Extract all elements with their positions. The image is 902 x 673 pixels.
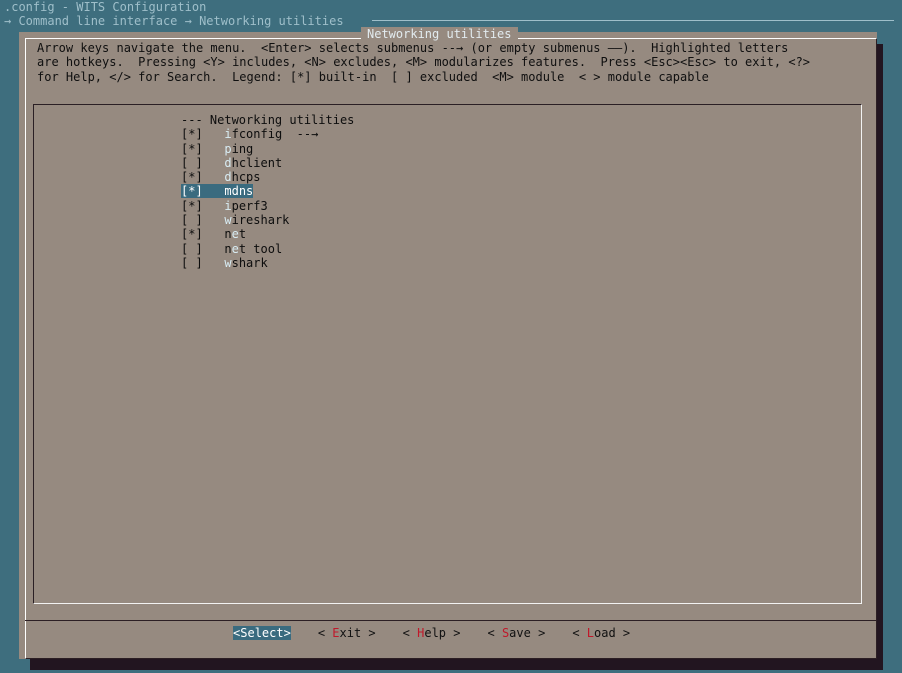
menu-item-text: fconfig --→: [231, 127, 319, 142]
breadcrumb-rule: [372, 20, 894, 21]
menu-item-state[interactable]: [*]: [181, 184, 203, 198]
menu-item-hotkey: d: [224, 170, 232, 185]
button-rest: ave: [509, 626, 531, 640]
menu-item-highlight: [*]: [181, 199, 224, 213]
select-button[interactable]: <Select>: [233, 626, 291, 641]
menu-item-highlight: [*]: [181, 227, 224, 241]
menu-item-state[interactable]: [ ]: [181, 256, 203, 270]
menu-item-label: ping: [224, 142, 253, 156]
menu-item-highlight: [*]: [181, 142, 224, 156]
button-close: >: [283, 626, 291, 640]
app-title: .config - WITS Configuration: [4, 0, 207, 14]
menu-item-label: mdns: [224, 184, 253, 198]
button-rest: elect: [247, 626, 284, 640]
help-text: Arrow keys navigate the menu. <Enter> se…: [37, 41, 810, 84]
exit-button[interactable]: < Exit >: [318, 626, 376, 640]
help-line: are hotkeys. Pressing <Y> includes, <N> …: [37, 55, 811, 70]
menu-item-label: dhcps: [224, 170, 260, 184]
menu-item-label: net tool: [224, 242, 282, 256]
button-hotkey: E: [332, 626, 340, 640]
button-open: <: [487, 626, 502, 640]
button-close: >: [446, 626, 461, 640]
menu-item-highlight: [*] mdns: [181, 184, 254, 199]
button-close: >: [530, 626, 546, 640]
button-open: <: [572, 626, 587, 640]
button-separator: [25, 620, 877, 621]
menu-item-prefix: n: [224, 227, 232, 242]
menu-item-hotkey: i: [224, 127, 232, 142]
menu-header: --- Networking utilities: [181, 113, 355, 127]
button-close: >: [615, 626, 631, 640]
menu-item-state[interactable]: [*]: [181, 142, 203, 156]
menu-item-hotkey: w: [224, 213, 232, 228]
menu-item-label: iperf3: [224, 199, 267, 213]
menu-box: --- Networking utilities [*] ifconfig --…: [33, 104, 862, 604]
menu-item-state[interactable]: [ ]: [181, 242, 203, 256]
menu-item-state[interactable]: [*]: [181, 170, 203, 184]
help-line: Arrow keys navigate the menu. <Enter> se…: [37, 41, 789, 55]
menu-item[interactable]: [ ] wireshark: [181, 213, 354, 227]
menu-item[interactable]: [*] mdns: [181, 184, 354, 199]
button-bar: <Select> < Exit > < Help > < Save > < Load >: [233, 626, 657, 641]
menu-item-state[interactable]: [*]: [181, 227, 203, 241]
menu-item[interactable]: [*] ifconfig --→: [181, 127, 354, 141]
button-rest: xit: [339, 626, 362, 640]
menu-item-hotkey: e: [231, 241, 239, 256]
menu-item-hotkey: i: [224, 198, 232, 213]
menu-item-highlight: [ ]: [181, 256, 224, 270]
menu-item-text: t tool: [238, 241, 283, 256]
save-button[interactable]: < Save >: [487, 626, 545, 640]
menu-item-label: wireshark: [224, 213, 289, 227]
help-button[interactable]: < Help >: [403, 626, 461, 640]
menu-item-highlight: [ ]: [181, 156, 224, 170]
menu-item-hotkey: w: [224, 255, 232, 270]
menu-item[interactable]: [ ] dhclient: [181, 156, 354, 170]
button-hotkey: L: [586, 626, 594, 640]
menu-item-highlight: [*]: [181, 127, 224, 141]
menu-item-text: hcps: [231, 170, 261, 185]
menu-box-frame: [33, 104, 862, 604]
menu-item-text: dns: [231, 184, 254, 199]
menu-item-text: shark: [231, 255, 268, 270]
button-open: <: [402, 626, 418, 640]
menu-item-text: hclient: [231, 155, 283, 170]
menu-item-text: ireshark: [231, 213, 290, 228]
menu-item[interactable]: [*] dhcps: [181, 170, 354, 184]
menu-item[interactable]: [*] ping: [181, 142, 354, 156]
menu-item-highlight: [*]: [181, 170, 224, 184]
button-open: <: [317, 626, 333, 640]
load-button[interactable]: < Load >: [572, 626, 630, 640]
menu-item-label: wshark: [224, 256, 267, 270]
menuconfig-dialog: Networking utilities Arrow keys navigate…: [19, 27, 877, 659]
breadcrumb: → Command line interface → Networking ut…: [4, 14, 898, 28]
menu-item[interactable]: [ ] net tool: [181, 242, 354, 256]
menu-item-state[interactable]: [*]: [181, 127, 203, 141]
menu-item-state[interactable]: [ ]: [181, 213, 203, 227]
menu-item-state[interactable]: [*]: [181, 199, 203, 213]
menu-item-label: ifconfig --→: [224, 127, 318, 141]
menu-item-prefix: n: [224, 241, 232, 256]
menu-item-hotkey: d: [224, 155, 232, 170]
menu-item-text: t: [238, 227, 247, 242]
menu-item-text: ing: [231, 141, 254, 156]
menu-item-label: net: [224, 227, 246, 241]
menu-item-text: perf3: [231, 198, 268, 213]
help-line: for Help, </> for Search. Legend: [*] bu…: [37, 69, 709, 84]
menu-item-highlight: [ ]: [181, 213, 224, 227]
menu-item[interactable]: [*] iperf3: [181, 199, 354, 213]
menu-list: --- Networking utilities [*] ifconfig --…: [181, 113, 354, 270]
menu-item[interactable]: [*] net: [181, 227, 354, 241]
breadcrumb-text: → Command line interface → Networking ut…: [4, 14, 344, 28]
button-rest: elp: [424, 626, 447, 640]
button-close: >: [361, 626, 376, 640]
menu-item-highlight: [ ]: [181, 242, 224, 256]
menu-item-hotkey: e: [231, 227, 239, 242]
dialog-title: Networking utilities: [361, 27, 518, 42]
menu-item[interactable]: [ ] wshark: [181, 256, 354, 270]
menu-item-hotkey: m: [224, 184, 232, 199]
menu-item-hotkey: p: [224, 141, 232, 156]
menu-item-state[interactable]: [ ]: [181, 156, 203, 170]
menu-item-label: dhclient: [224, 156, 282, 170]
button-rest: oad: [594, 626, 616, 640]
